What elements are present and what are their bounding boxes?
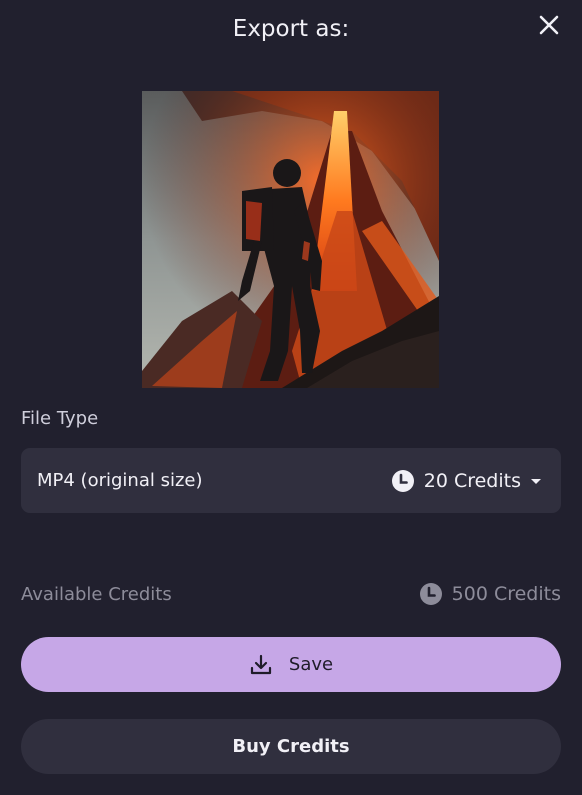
dialog-title: Export as: [232, 16, 350, 42]
close-icon [538, 14, 560, 36]
save-button[interactable]: Save [21, 637, 561, 692]
caret-down-icon [529, 476, 543, 486]
file-type-value: MP4 (original size) [37, 470, 203, 491]
export-dialog: Export as: File Type MP4 (original size)… [0, 0, 582, 795]
available-credits-label: Available Credits [21, 583, 172, 605]
buy-credits-label: Buy Credits [232, 736, 350, 757]
available-credits: 500 Credits [418, 581, 561, 607]
available-credits-value: 500 Credits [451, 583, 561, 605]
save-button-label: Save [288, 654, 334, 675]
buy-credits-button[interactable]: Buy Credits [21, 719, 561, 774]
available-credits-row: Available Credits 500 Credits [21, 578, 561, 610]
credit-icon [418, 581, 444, 607]
file-type-label: File Type [21, 408, 99, 429]
file-type-cost: 20 Credits [390, 468, 543, 494]
export-preview-image [142, 91, 439, 388]
file-type-dropdown[interactable]: MP4 (original size) 20 Credits [21, 448, 561, 513]
credit-icon [390, 468, 416, 494]
close-button[interactable] [536, 12, 562, 38]
file-type-cost-label: 20 Credits [423, 469, 521, 492]
download-icon [249, 653, 273, 677]
